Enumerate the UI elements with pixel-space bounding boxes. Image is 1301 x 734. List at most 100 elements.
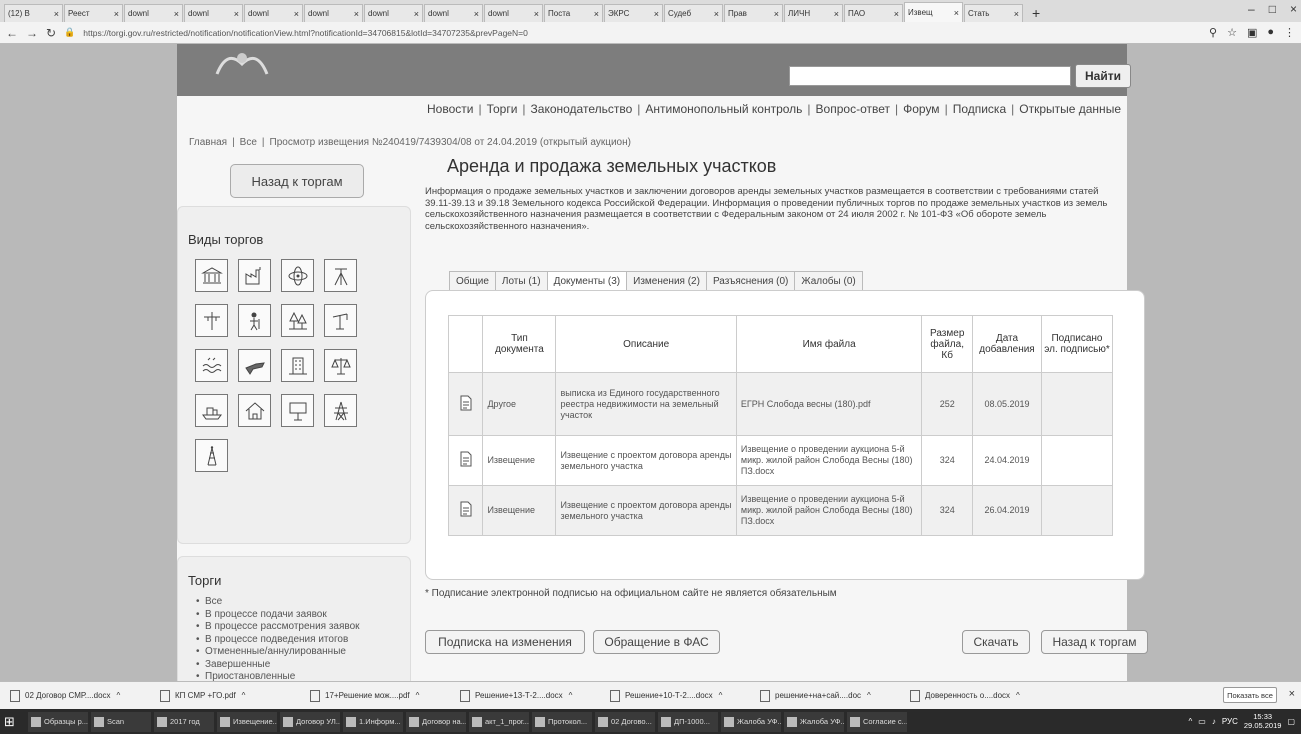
volume-icon[interactable]: ♪ [1212, 717, 1216, 726]
download-button[interactable]: Скачать [962, 630, 1030, 654]
torgi-link-accepting[interactable]: В процессе подачи заявок [196, 609, 406, 622]
forward-arrow-icon[interactable]: → [26, 26, 38, 40]
taskbar-item[interactable]: Жалоба УФ... [721, 711, 781, 732]
taskbar-item[interactable]: ДП-1000... [658, 711, 718, 732]
taskbar-item[interactable]: 02 Догово... [595, 711, 655, 732]
language-indicator[interactable]: РУС [1222, 717, 1238, 726]
browser-tab[interactable]: Поста × [544, 4, 603, 22]
close-tab-icon[interactable]: × [234, 9, 239, 19]
search-button[interactable]: Найти [1075, 64, 1131, 88]
browser-tab[interactable]: Стать × [964, 4, 1023, 22]
forest-icon[interactable] [281, 304, 314, 337]
tab-lots[interactable]: Лоты (1) [494, 271, 548, 291]
download-item[interactable]: Доверенность о....docx ^ [910, 689, 1052, 702]
taskbar-item[interactable]: Образцы р... [28, 711, 88, 732]
reload-icon[interactable]: ↻ [46, 26, 56, 40]
browser-tab[interactable]: downl × [184, 4, 243, 22]
hunting-icon[interactable] [238, 349, 271, 382]
oil-pump-icon[interactable] [324, 304, 357, 337]
fas-appeal-button[interactable]: Обращение в ФАС [593, 630, 720, 654]
antenna-tower-icon[interactable] [195, 439, 228, 472]
close-tab-icon[interactable]: × [474, 9, 479, 19]
browser-tab[interactable]: ЛИЧН × [784, 4, 843, 22]
clock[interactable]: 15:33 29.05.2019 [1244, 712, 1282, 730]
browser-tab[interactable]: ЭКРС × [604, 4, 663, 22]
torgi-link-reviewing[interactable]: В процессе рассмотрения заявок [196, 621, 406, 634]
document-icon[interactable] [447, 485, 484, 536]
browser-tab[interactable]: Судеб × [664, 4, 723, 22]
notifications-icon[interactable]: ▢ [1287, 717, 1295, 726]
taskbar-item[interactable]: Жалоба УФ... [784, 711, 844, 732]
torgi-link-summarizing[interactable]: В процессе подведения итогов [196, 634, 406, 647]
taskbar-item[interactable]: 2017 год [154, 711, 214, 732]
ship-icon[interactable] [195, 394, 228, 427]
chevron-up-icon[interactable]: ^ [719, 691, 723, 700]
doc-filename-link[interactable]: ЕГРН Слобода весны (180).pdf [735, 372, 923, 436]
windows-start-icon[interactable]: ⊞ [4, 714, 28, 730]
taskbar-item[interactable]: Договор на... [406, 711, 466, 732]
chevron-up-icon[interactable]: ^ [117, 691, 121, 700]
tab-complaints[interactable]: Жалобы (0) [794, 271, 863, 291]
torgi-link-completed[interactable]: Завершенные [196, 659, 406, 672]
extension-icon[interactable]: ▣ [1247, 26, 1257, 39]
network-icon[interactable]: ▭ [1198, 717, 1206, 726]
taskbar-item[interactable]: Согласие с... [847, 711, 907, 732]
tab-documents[interactable]: Документы (3) [546, 271, 628, 291]
close-tab-icon[interactable]: × [654, 9, 659, 19]
nav-link[interactable]: Вопрос-ответ [816, 102, 890, 116]
bookmark-star-icon[interactable]: ☆ [1227, 26, 1237, 39]
maximize-button[interactable]: □ [1269, 2, 1276, 16]
close-downloads-icon[interactable]: × [1289, 688, 1295, 700]
close-tab-icon[interactable]: × [1014, 9, 1019, 19]
subscribe-changes-button[interactable]: Подписка на изменения [425, 630, 585, 654]
back-arrow-icon[interactable]: ← [6, 26, 18, 40]
close-tab-icon[interactable]: × [54, 9, 59, 19]
close-tab-icon[interactable]: × [894, 9, 899, 19]
new-tab-button[interactable]: + [1024, 4, 1048, 22]
close-tab-icon[interactable]: × [834, 9, 839, 19]
tab-changes[interactable]: Изменения (2) [626, 271, 707, 291]
nav-link[interactable]: Форум [903, 102, 939, 116]
browser-tab[interactable]: ПАО × [844, 4, 903, 22]
survey-tripod-icon[interactable] [324, 259, 357, 292]
power-line-icon[interactable] [195, 304, 228, 337]
doc-filename-link[interactable]: Извещение о проведении аукциона 5-й микр… [735, 435, 923, 486]
chevron-up-icon[interactable]: ^ [569, 691, 573, 700]
download-item[interactable]: 02 Договор СМР....docx ^ [10, 689, 152, 702]
close-tab-icon[interactable]: × [954, 8, 959, 18]
billboard-icon[interactable] [281, 394, 314, 427]
doc-filename-link[interactable]: Извещение о проведении аукциона 5-й микр… [735, 485, 923, 536]
atom-icon[interactable] [281, 259, 314, 292]
breadcrumb-item[interactable]: Главная [189, 137, 227, 148]
document-icon[interactable] [447, 372, 484, 436]
chevron-up-icon[interactable]: ^ [1016, 691, 1020, 700]
browser-tab[interactable]: downl × [364, 4, 423, 22]
zoom-icon[interactable]: ⚲ [1209, 26, 1217, 39]
chevron-up-icon[interactable]: ^ [867, 691, 871, 700]
menu-icon[interactable]: ⋮ [1284, 26, 1295, 39]
nav-link[interactable]: Новости [427, 102, 473, 116]
torgi-link-cancelled[interactable]: Отмененные/аннулированные [196, 646, 406, 659]
site-logo[interactable] [207, 44, 277, 84]
water-icon[interactable] [195, 349, 228, 382]
chevron-up-icon[interactable]: ^ [242, 691, 246, 700]
close-window-button[interactable]: × [1290, 2, 1297, 16]
browser-tab[interactable]: (12) В × [4, 4, 63, 22]
download-item[interactable]: КП СМР +ГО.pdf ^ [160, 689, 302, 702]
building-columns-icon[interactable] [195, 259, 228, 292]
browser-tab[interactable]: downl × [304, 4, 363, 22]
nav-link[interactable]: Открытые данные [1019, 102, 1121, 116]
minimize-button[interactable]: – [1248, 2, 1255, 16]
torgi-link-all[interactable]: Все [196, 596, 406, 609]
taskbar-item[interactable]: 1.Информ... [343, 711, 403, 732]
nav-link[interactable]: Торги [487, 102, 518, 116]
document-icon[interactable] [447, 435, 484, 486]
close-tab-icon[interactable]: × [354, 9, 359, 19]
nav-link[interactable]: Подписка [953, 102, 1006, 116]
download-item[interactable]: 17+Решение мож....pdf ^ [310, 689, 452, 702]
url-field[interactable]: https://torgi.gov.ru/restricted/notifica… [83, 28, 1209, 38]
tab-general[interactable]: Общие [449, 271, 496, 291]
browser-tab[interactable]: downl × [484, 4, 543, 22]
taskbar-item[interactable]: Извещение... [217, 711, 277, 732]
close-tab-icon[interactable]: × [714, 9, 719, 19]
